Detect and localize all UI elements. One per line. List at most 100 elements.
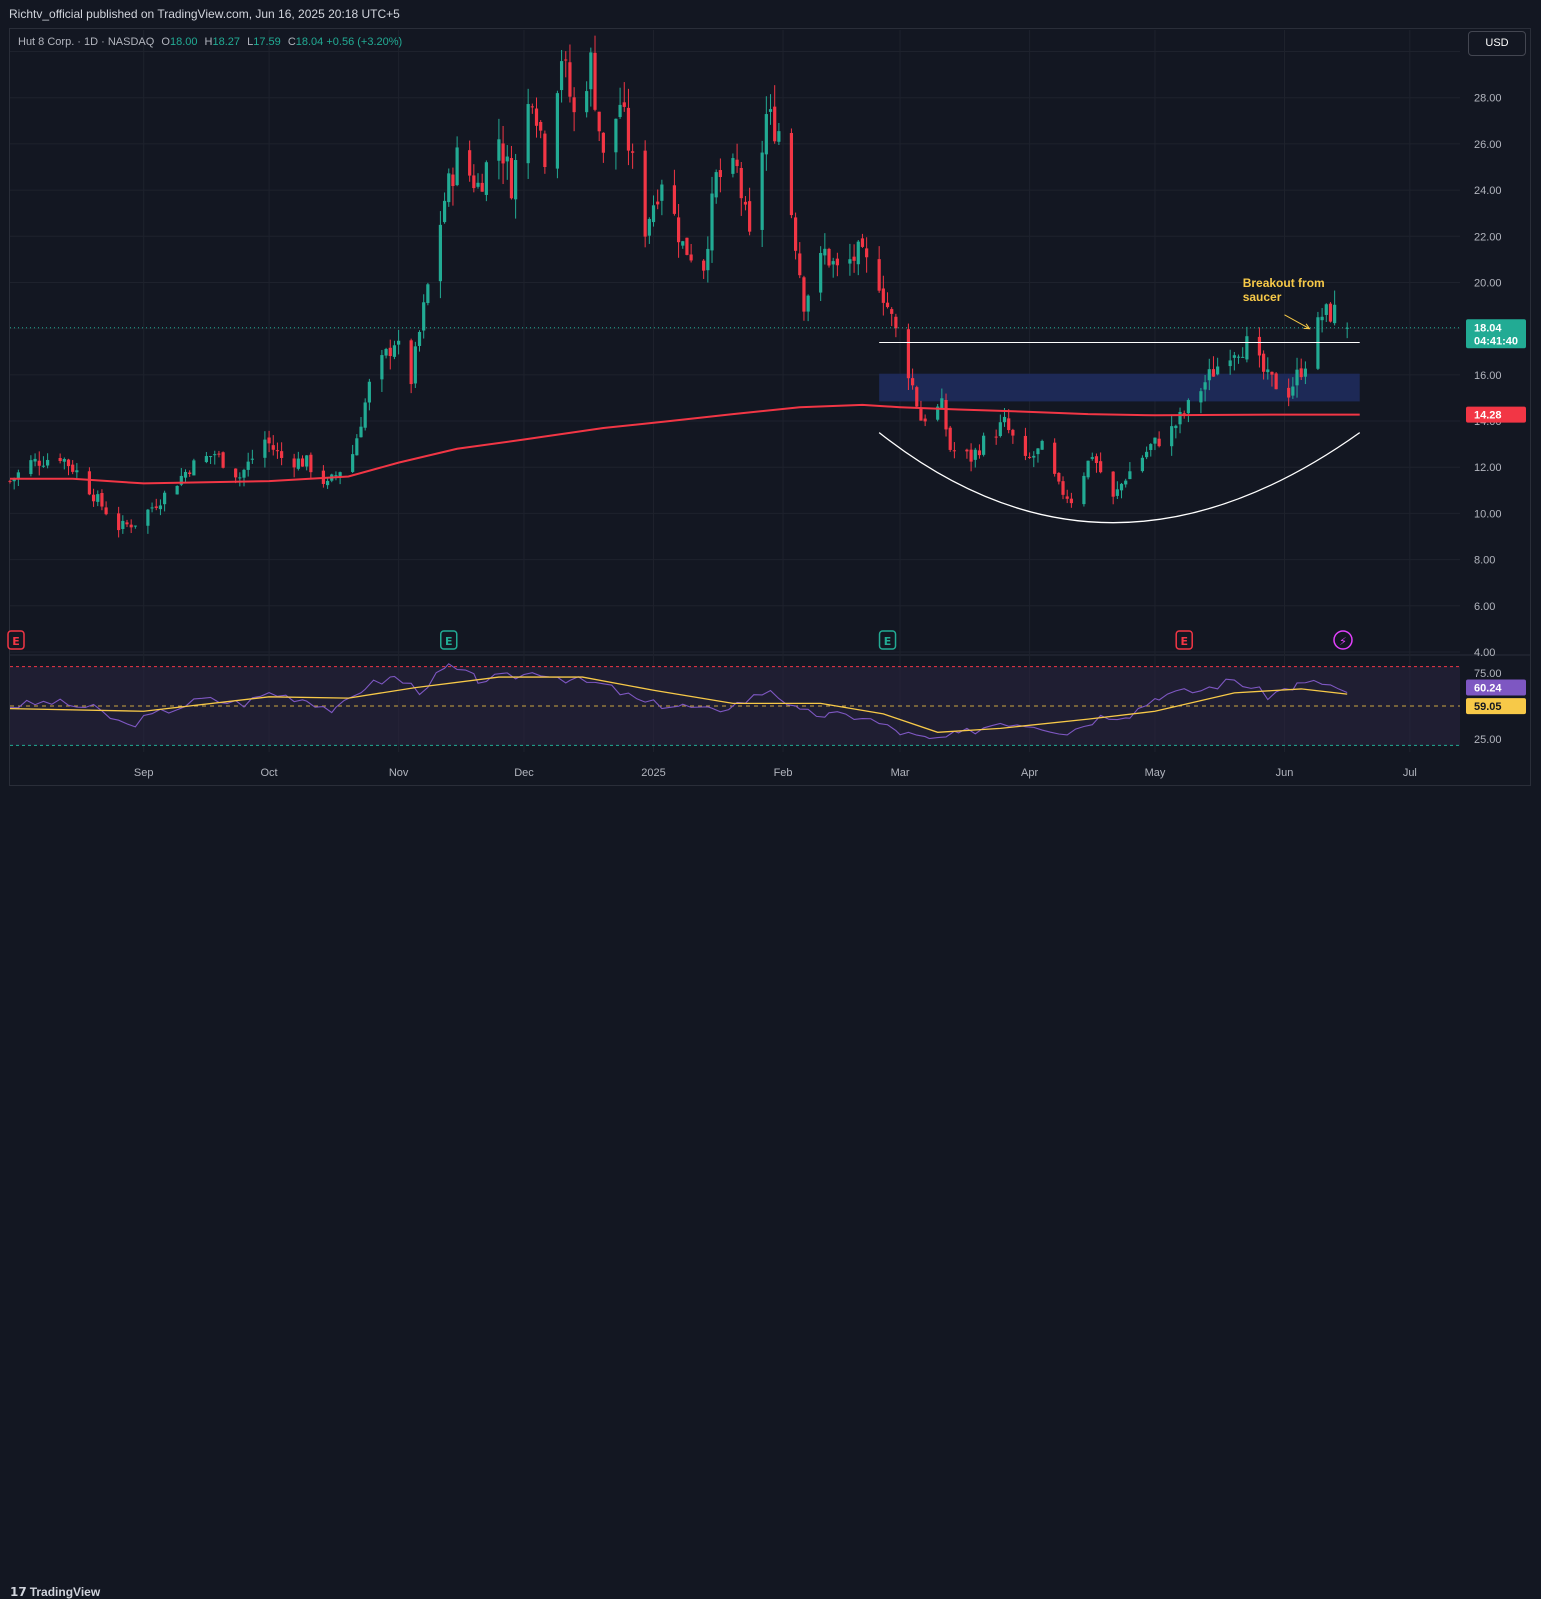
candle-body	[798, 253, 802, 276]
candle-body	[760, 152, 764, 230]
price-tick-label: 16.00	[1474, 370, 1502, 382]
candle-body	[150, 507, 154, 509]
candle-body	[743, 201, 748, 205]
candle-body	[163, 492, 167, 505]
candle-body	[1053, 442, 1057, 474]
candle-body	[1069, 498, 1073, 504]
candle-body	[104, 507, 108, 515]
candle-body	[998, 422, 1002, 437]
symbol-name[interactable]: Hut 8 Corp. · 1D · NASDAQ	[18, 36, 154, 48]
candle-body	[1245, 336, 1249, 360]
candle-body	[41, 465, 46, 467]
candle-body	[1119, 483, 1124, 491]
price-chart[interactable]: 30.0028.0026.0024.0022.0020.0018.0016.00…	[0, 0, 1541, 821]
currency-button[interactable]: USD	[1468, 31, 1526, 56]
candle-body	[451, 174, 455, 187]
candle-body	[417, 331, 422, 346]
annotation-text: saucer	[1243, 290, 1282, 304]
ma-price-badge: 14.28	[1474, 410, 1502, 422]
price-tick-label: 22.00	[1474, 231, 1502, 243]
high-label: H	[204, 36, 213, 48]
candle-body	[585, 91, 589, 113]
candle-body	[827, 248, 831, 266]
candle-body	[768, 109, 773, 112]
candle-body	[1228, 360, 1232, 367]
symbol-legend: Hut 8 Corp. · 1D · NASDAQ O18.00 H18.27 …	[18, 36, 402, 48]
candle-body	[267, 437, 271, 444]
candle-body	[484, 162, 488, 195]
candle-body	[217, 453, 221, 455]
candle-body	[919, 407, 923, 421]
high-value: 18.27	[212, 36, 241, 48]
candle-body	[359, 426, 363, 438]
price-tick-label: 26.00	[1474, 139, 1502, 151]
candle-body	[1203, 382, 1207, 390]
candle-body	[505, 156, 509, 162]
candle-body	[923, 418, 927, 422]
candle-body	[948, 427, 952, 450]
price-tick-label: 24.00	[1474, 185, 1502, 197]
candle-body	[133, 525, 137, 527]
annotation-arrow	[1284, 314, 1310, 330]
candle-body	[355, 438, 359, 456]
candle-body	[881, 288, 885, 303]
candle-body	[1007, 418, 1011, 431]
candle-body	[1090, 457, 1094, 459]
candle-body	[860, 238, 865, 247]
candle-body	[242, 469, 246, 478]
candle-body	[994, 436, 998, 438]
candle-body	[568, 62, 572, 97]
candle-body	[597, 111, 601, 132]
candle-body	[1182, 413, 1186, 415]
candle-body	[146, 509, 150, 526]
earnings-icon: E	[1180, 635, 1188, 648]
rsi-tick-label: 25.00	[1474, 734, 1502, 746]
candle-body	[793, 217, 798, 251]
candle-body	[1082, 475, 1086, 505]
candle-body	[856, 241, 860, 265]
candle-body	[468, 150, 472, 176]
candle-body	[1086, 460, 1090, 478]
candle-body	[455, 147, 459, 186]
open-label: O	[161, 36, 170, 48]
candle-body	[497, 139, 501, 161]
candle-body	[514, 160, 518, 200]
candle-body	[363, 402, 367, 428]
candle-body	[37, 460, 41, 466]
earnings-icon: E	[884, 635, 892, 648]
candle-body	[91, 494, 96, 502]
candle-body	[748, 201, 752, 232]
candle-body	[1295, 369, 1299, 386]
candle-body	[702, 260, 706, 271]
candle-body	[192, 460, 196, 476]
time-tick-label: Jul	[1403, 767, 1417, 779]
candle-body	[271, 445, 275, 450]
candle-body	[121, 520, 125, 529]
candle-body	[706, 248, 710, 271]
candle-body	[739, 167, 743, 199]
candle-body	[305, 455, 309, 467]
candle-body	[735, 159, 739, 167]
candle-body	[183, 471, 188, 478]
candle-body	[1149, 444, 1153, 451]
candle-body	[910, 378, 915, 386]
candle-body	[614, 118, 618, 153]
candle-body	[714, 172, 718, 198]
candle-body	[539, 121, 543, 131]
low-value: 17.59	[253, 36, 281, 48]
candle-body	[894, 316, 898, 329]
candle-body	[731, 158, 735, 174]
candle-body	[62, 458, 66, 462]
candle-body	[1241, 356, 1245, 358]
candle-body	[325, 480, 330, 486]
tradingview-logo[interactable]: 𝟭𝟳 TradingView	[10, 1585, 100, 1599]
candle-body	[865, 248, 869, 258]
candle-body	[16, 472, 20, 479]
rsi-tick-label: 75.00	[1474, 668, 1502, 680]
candle-body	[593, 52, 597, 110]
candle-body	[681, 241, 685, 246]
candle-body	[213, 454, 217, 456]
time-tick-label: May	[1145, 767, 1166, 779]
candle-body	[1174, 425, 1178, 429]
candle-body	[906, 329, 911, 379]
